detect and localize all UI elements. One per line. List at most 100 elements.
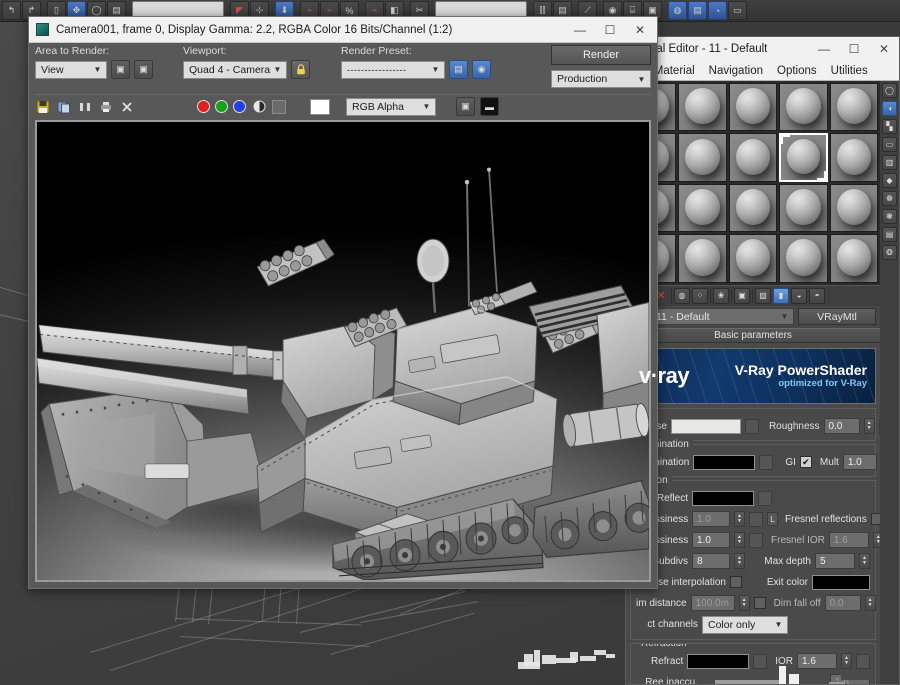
dim-fall-off-spinner[interactable]: ▲ ▼ <box>864 595 876 612</box>
basic-parameters-rollout-header[interactable]: Basic parameters <box>626 327 880 343</box>
menu-item-material[interactable]: Material <box>654 65 695 77</box>
fresnel-ior-value[interactable]: 1.6 <box>828 532 869 549</box>
self-illumination-color-swatch[interactable] <box>693 454 756 470</box>
refract-map-button[interactable] <box>753 653 768 669</box>
render-setup-icon[interactable]: ▤ <box>688 1 707 20</box>
toggle-ui-icon[interactable]: ▣ <box>456 97 475 116</box>
material-slot[interactable] <box>829 234 878 283</box>
material-editor-minimize-button[interactable]: — <box>809 37 839 61</box>
render-production-icon[interactable]: ▭ <box>728 1 747 20</box>
green-channel-icon[interactable] <box>215 100 228 113</box>
material-editor-close-button[interactable]: ✕ <box>869 37 899 61</box>
roughness-spinner[interactable]: ▲ ▼ <box>863 418 875 435</box>
video-color-check-icon[interactable]: ▥ <box>882 155 897 170</box>
go-forward-sibling-icon[interactable]: ◓ <box>809 287 825 304</box>
duplicate-view-icon[interactable]: ▬ <box>480 97 499 116</box>
options-icon[interactable]: ❁ <box>882 191 897 206</box>
clear-icon[interactable] <box>119 99 135 115</box>
pick-material-icon[interactable]: ❂ <box>882 245 897 260</box>
rendered-image-view[interactable] <box>35 120 651 582</box>
refract-glossiness-spinner[interactable]: ▲ ▼ <box>734 532 745 549</box>
material-slot[interactable] <box>829 133 878 182</box>
go-to-parent-icon[interactable]: ◒ <box>791 287 807 304</box>
material-editor-icon[interactable]: ◍ <box>668 1 687 20</box>
material-editor-maximize-button[interactable]: ☐ <box>839 37 869 61</box>
fresnel-reflections-checkbox[interactable]: ✔ <box>870 513 880 526</box>
material-slot[interactable] <box>728 83 778 132</box>
save-image-icon[interactable] <box>35 99 51 115</box>
red-channel-icon[interactable] <box>197 100 210 113</box>
reflect-map-button[interactable] <box>758 490 772 506</box>
menu-item-navigation[interactable]: Navigation <box>709 65 763 77</box>
reflect-glossiness-spinner[interactable]: ▲ ▼ <box>734 511 745 528</box>
material-slot[interactable] <box>678 234 727 283</box>
refract-glossiness-map-button[interactable] <box>749 532 763 548</box>
select-by-material-icon[interactable]: ❃ <box>882 209 897 224</box>
render-mode-dropdown[interactable]: Production ▼ <box>551 70 651 88</box>
dim-distance-spinner[interactable]: ▲ ▼ <box>738 595 750 612</box>
reflect-glossiness-lock-button[interactable]: L <box>767 512 778 527</box>
affect-channels-dropdown[interactable]: Color only ▼ <box>702 615 788 634</box>
material-slot-active[interactable] <box>779 133 828 182</box>
put-to-library-icon[interactable]: ❀ <box>713 287 729 304</box>
clone-image-icon[interactable] <box>56 99 72 115</box>
sample-type-icon[interactable]: ◯ <box>882 83 897 98</box>
chevron-down-icon[interactable]: ▼ <box>429 62 442 78</box>
material-editor-title-bar[interactable]: aterial Editor - 11 - Default — ☐ ✕ <box>626 37 899 61</box>
alpha-channel-icon[interactable] <box>251 99 267 115</box>
menu-item-utilities[interactable]: Utilities <box>831 65 868 77</box>
reflect-glossiness-value[interactable]: 1.0 <box>692 511 730 528</box>
chevron-down-icon[interactable]: ▼ <box>778 309 791 324</box>
self-illumination-map-button[interactable] <box>759 454 774 470</box>
make-material-copy-icon[interactable]: ◍ <box>674 287 690 304</box>
mono-channel-icon[interactable] <box>272 99 286 114</box>
undo-icon[interactable]: ↰ <box>2 1 21 20</box>
material-id-icon[interactable]: ▣ <box>734 287 750 304</box>
edit-region-icon[interactable]: ▣ <box>134 60 153 79</box>
chevron-down-icon[interactable]: ▼ <box>772 617 785 633</box>
roughness-map-button[interactable] <box>878 418 880 434</box>
chevron-down-icon[interactable]: ▼ <box>271 62 284 78</box>
material-slot[interactable] <box>728 183 778 233</box>
gi-checkbox[interactable]: ✔ <box>799 456 812 469</box>
auto-region-selected-icon[interactable]: ▣ <box>111 60 130 79</box>
dim-distance-checkbox[interactable]: ✔ <box>753 597 766 610</box>
environment-settings-icon[interactable]: ◉ <box>472 60 491 79</box>
fresnel-ior-spinner[interactable]: ▲▼ <box>872 532 880 549</box>
sample-uv-tiling-icon[interactable]: ▭ <box>882 137 897 152</box>
refract-color-swatch[interactable] <box>687 653 750 669</box>
ior-map-button[interactable] <box>856 653 870 669</box>
material-slot[interactable] <box>829 83 878 132</box>
material-name-row[interactable]: 11 - Default ▼ VRayMtl <box>626 305 880 328</box>
render-setup-icon[interactable]: ▤ <box>449 60 468 79</box>
material-slot[interactable] <box>829 183 878 233</box>
use-interpolation-checkbox[interactable]: ✔ <box>730 576 742 589</box>
background-checker-icon[interactable]: ▚ <box>882 119 897 134</box>
make-preview-icon[interactable]: ◆ <box>882 173 897 188</box>
backlight-icon[interactable]: ◐ <box>882 101 897 116</box>
material-slot[interactable] <box>779 83 828 132</box>
render-frame-window-icon[interactable]: ◔ <box>708 1 727 20</box>
subdivs-spinner[interactable]: ▲ ▼ <box>734 553 745 570</box>
render-button[interactable]: Render <box>551 45 651 65</box>
reflect-color-swatch[interactable] <box>692 490 754 506</box>
material-editor-menu-bar[interactable]: s Material Navigation Options Utilities <box>626 61 899 81</box>
render-window-minimize-button[interactable]: — <box>565 18 595 42</box>
material-slot[interactable] <box>678 133 727 182</box>
render-window-maximize-button[interactable]: ☐ <box>595 18 625 42</box>
material-sample-slots[interactable] <box>626 81 880 285</box>
refract-glossiness-value[interactable]: 1.0 <box>692 532 730 549</box>
dim-distance-value[interactable]: 100.0m <box>690 595 735 612</box>
reflect-glossiness-map-button[interactable] <box>749 511 763 527</box>
lock-viewport-icon[interactable] <box>291 60 310 79</box>
material-editor-toolbar[interactable]: ▦ ✕ ◍ ⁘ ❀ ▣ ▨ ▮ ◒ ◓ <box>626 284 880 306</box>
material-slot[interactable] <box>779 234 828 283</box>
render-window-title-bar[interactable]: Camera001, frame 0, Display Gamma: 2.2, … <box>29 17 657 43</box>
render-frame-window[interactable]: Camera001, frame 0, Display Gamma: 2.2, … <box>28 16 658 589</box>
viewport-dropdown[interactable]: Quad 4 - Camera1 ▼ <box>183 60 287 79</box>
print-image-icon[interactable] <box>77 99 93 115</box>
material-slot[interactable] <box>728 234 778 283</box>
area-to-render-dropdown[interactable]: View ▼ <box>35 60 107 79</box>
ior-value[interactable]: 1.6 <box>797 653 837 670</box>
menu-item-options[interactable]: Options <box>777 65 817 77</box>
